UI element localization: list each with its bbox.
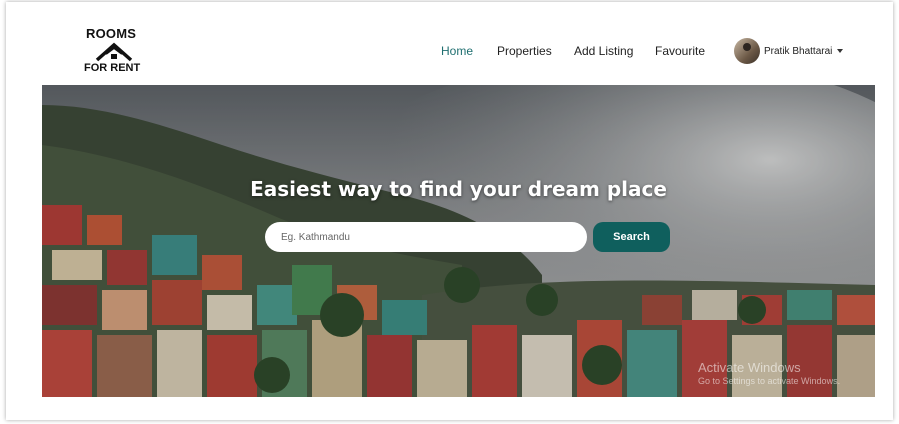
caret-down-icon	[837, 49, 844, 53]
house-icon	[95, 42, 133, 62]
watermark-line-2: Go to Settings to activate Windows.	[698, 376, 841, 386]
nav-properties-link[interactable]: Properties	[497, 44, 552, 58]
avatar	[734, 38, 760, 64]
user-menu[interactable]: Pratik Bhattarai	[734, 37, 844, 65]
user-name: Pratik Bhattarai	[764, 45, 833, 57]
watermark-line-1: Activate Windows	[698, 360, 801, 375]
activate-windows-watermark: Activate Windows Go to Settings to activ…	[698, 360, 840, 386]
nav-home-link[interactable]: Home	[441, 44, 473, 58]
hero-banner: Easiest way to find your dream place Sea…	[42, 85, 875, 397]
brand-logo[interactable]: ROOMS FOR RENT	[78, 26, 146, 74]
logo-text-bottom: FOR RENT	[84, 62, 141, 74]
search-button[interactable]: Search	[593, 222, 670, 252]
nav-favourite-link[interactable]: Favourite	[655, 44, 705, 58]
search-input[interactable]	[265, 222, 587, 252]
nav-add-listing-link[interactable]: Add Listing	[574, 44, 633, 58]
app-window: ROOMS FOR RENT Home Properties Add Listi…	[6, 2, 893, 420]
logo-text-top: ROOMS	[86, 26, 137, 41]
hero-title: Easiest way to find your dream place	[250, 177, 667, 201]
